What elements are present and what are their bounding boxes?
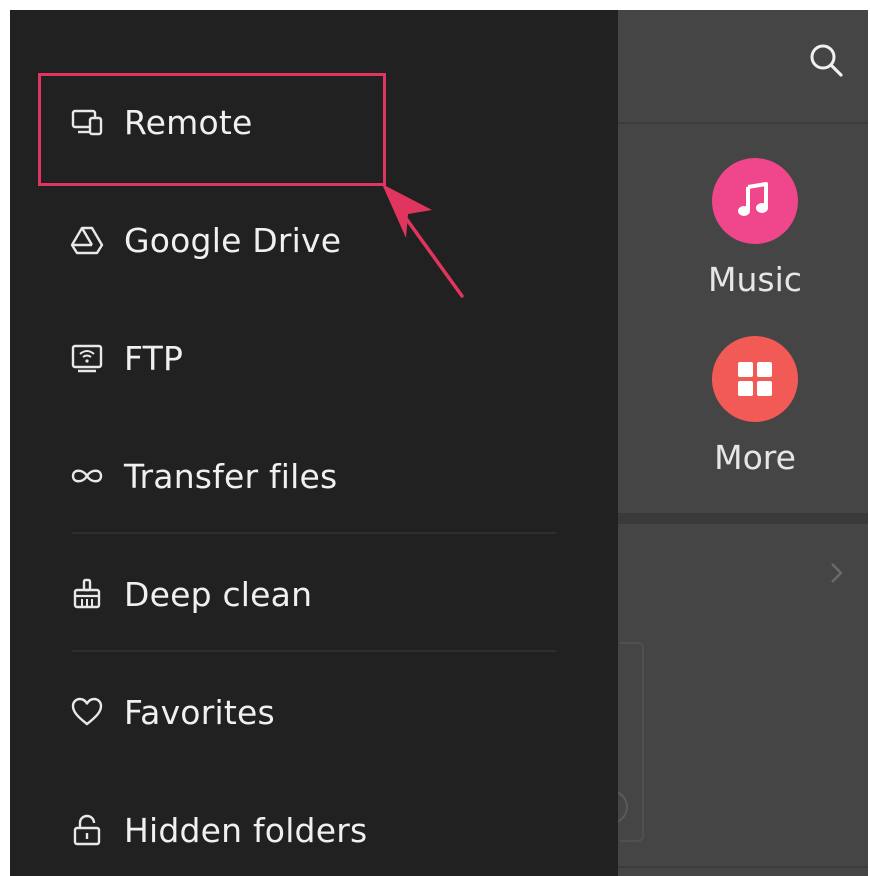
drawer-divider [72, 650, 556, 652]
drawer-item-google-drive[interactable]: Google Drive [10, 200, 618, 280]
drawer-item-transfer-files[interactable]: Transfer files [10, 436, 618, 516]
chevron-right-icon[interactable] [828, 560, 846, 590]
category-more[interactable]: More [700, 336, 810, 477]
highlight-box [38, 73, 386, 186]
drawer-divider [72, 532, 556, 534]
pointer-arrow-icon [382, 184, 464, 298]
drawer-item-label: Google Drive [124, 220, 342, 260]
heart-icon [70, 695, 104, 729]
drawer-item-favorites[interactable]: Favorites [10, 672, 618, 752]
drawer-item-label: Transfer files [124, 456, 338, 496]
search-icon[interactable] [806, 40, 846, 80]
category-label: More [714, 438, 796, 477]
category-music[interactable]: Music [700, 158, 810, 299]
ftp-icon [70, 341, 104, 375]
broom-icon [70, 577, 104, 611]
music-note-icon [712, 158, 798, 244]
phone-screen: Music More Remote Google Drive FTP Trans… [10, 10, 868, 876]
section-divider [618, 513, 868, 524]
drawer-item-label: FTP [124, 338, 184, 378]
grid-icon [712, 336, 798, 422]
drawer-item-label: Hidden folders [124, 810, 368, 850]
drawer-item-label: Deep clean [124, 574, 313, 614]
drawer-item-hidden-folders[interactable]: Hidden folders [10, 790, 618, 870]
divider [618, 866, 868, 868]
divider [618, 122, 868, 124]
drawer-item-label: Favorites [124, 692, 275, 732]
drawer-item-deep-clean[interactable]: Deep clean [10, 554, 618, 634]
transfer-infinity-icon [70, 459, 104, 493]
google-drive-icon [70, 223, 104, 257]
lock-icon [70, 813, 104, 847]
category-label: Music [708, 260, 802, 299]
drawer-item-ftp[interactable]: FTP [10, 318, 618, 398]
